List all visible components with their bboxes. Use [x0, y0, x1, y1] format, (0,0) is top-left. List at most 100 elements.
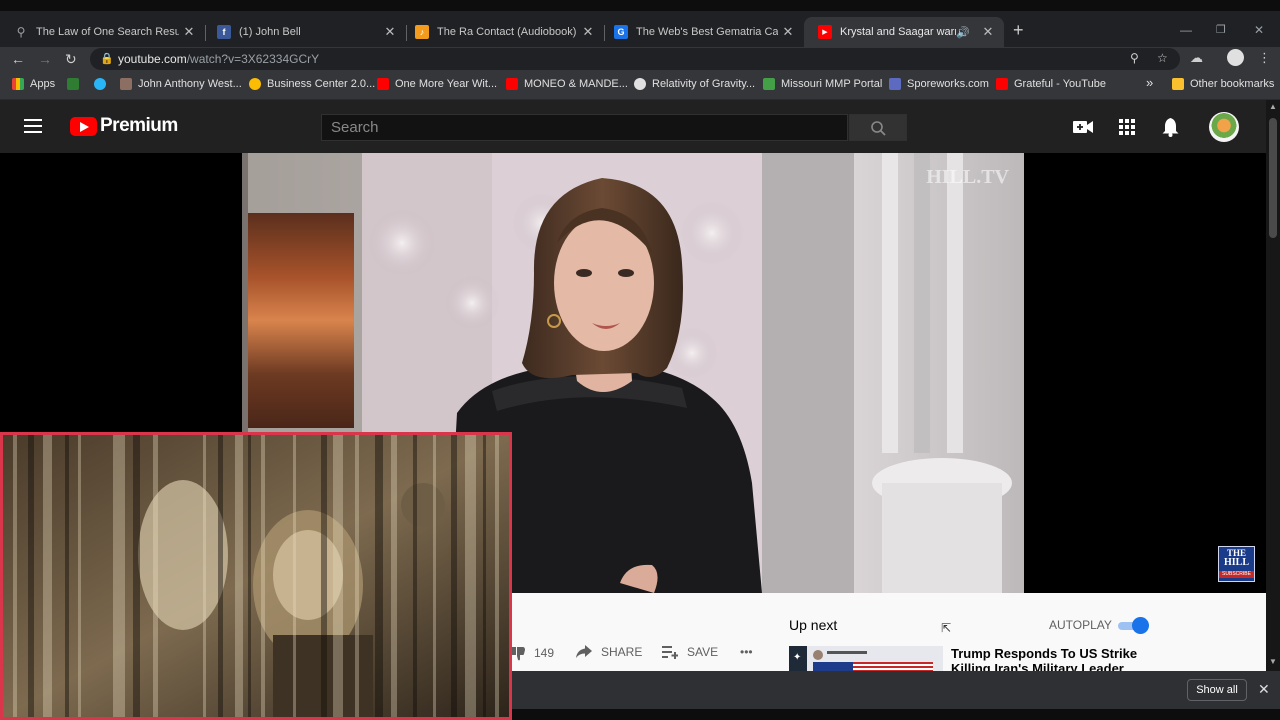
bookmarks-overflow-button[interactable]: » [1146, 75, 1153, 90]
add-to-playlist-icon [662, 646, 678, 659]
facebook-favicon-icon: f [217, 25, 231, 39]
youtube-icon [377, 78, 389, 90]
autoplay-toggle[interactable] [1118, 617, 1150, 634]
dislike-count: 149 [534, 646, 555, 660]
bookmark-label: MONEO & MANDE... [524, 78, 628, 90]
reload-icon[interactable]: ↻ [65, 51, 77, 68]
save-button[interactable]: SAVE [662, 645, 718, 659]
the-hill-subscribe-badge[interactable]: THE HILL SUBSCRIBE [1218, 546, 1255, 582]
hamburger-menu-icon[interactable] [24, 119, 42, 133]
profile-avatar-icon[interactable] [1227, 49, 1244, 66]
leaf-icon [763, 78, 775, 90]
tab-title: The Law of One Search Results fo [36, 26, 179, 38]
url-host: youtube.com [118, 52, 187, 66]
new-tab-button[interactable]: + [1013, 20, 1024, 41]
address-bar[interactable]: 🔒 youtube.com/watch?v=3X62334GCrY ⚲ ☆ [90, 48, 1180, 70]
close-downloads-bar-icon[interactable]: ✕ [1258, 681, 1270, 698]
bookmark-label: Relativity of Gravity... [652, 78, 756, 90]
bookmark-favicon-icon [67, 78, 79, 90]
search-input[interactable] [322, 115, 831, 140]
page-scrollbar[interactable]: ▲ ▼ [1266, 100, 1280, 671]
youtube-premium-wordmark[interactable]: Premium [100, 115, 178, 137]
folder-icon [1172, 78, 1184, 90]
create-video-icon[interactable] [1073, 119, 1093, 135]
youtube-favicon-icon: ▶ [818, 25, 832, 39]
close-tab-icon[interactable]: ✕ [179, 24, 199, 40]
browser-toolbar: ← → ↻ 🔒 youtube.com/watch?v=3X62334GCrY … [0, 47, 1280, 72]
minimize-icon[interactable]: — [1180, 23, 1192, 37]
zoom-icon[interactable]: ⚲ [1130, 51, 1139, 65]
bookmark-item[interactable]: Grateful - YouTube [996, 78, 1106, 90]
badge-subscribe: SUBSCRIBE [1219, 571, 1254, 578]
apps-grid-icon [12, 78, 24, 90]
tab-krystal-saagar[interactable]: ▶ Krystal and Saagar warn Trun 🔊 ✕ [804, 17, 1004, 47]
other-bookmarks[interactable]: Other bookmarks [1172, 78, 1274, 90]
back-icon[interactable]: ← [11, 51, 25, 67]
youtube-masthead: Premium [0, 100, 1266, 153]
bookmark-star-icon[interactable]: ☆ [1157, 51, 1168, 65]
tab-john-bell[interactable]: f (1) John Bell ✕ [203, 17, 406, 47]
bookmark-item[interactable]: John Anthony West... [120, 78, 242, 90]
bookmark-item[interactable] [94, 78, 112, 90]
show-all-downloads-button[interactable]: Show all [1187, 679, 1247, 701]
speaker-icon[interactable]: 🔊 [956, 26, 970, 39]
webcam-video-image [3, 435, 509, 717]
bookmark-item[interactable]: MONEO & MANDE... [506, 78, 628, 90]
next-video-title-line2[interactable]: Killing Iran's Military Leader [951, 661, 1124, 671]
scroll-up-icon[interactable]: ▲ [1269, 102, 1277, 111]
search-icon [871, 121, 886, 136]
thumbs-down-icon [512, 647, 525, 661]
tweet-avatar [813, 650, 823, 660]
tab-law-of-one[interactable]: ⚲ The Law of One Search Results fo ✕ [0, 17, 205, 47]
bookmark-label: Business Center 2.0... [267, 78, 376, 90]
youtube-logo-icon[interactable] [70, 117, 97, 136]
badge-line2: HILL [1223, 557, 1249, 568]
cloud-extension-icon[interactable]: ☁ [1190, 50, 1203, 66]
other-bookmarks-label: Other bookmarks [1190, 78, 1275, 90]
bookmark-item[interactable]: Business Center 2.0... [249, 78, 375, 90]
more-actions-icon[interactable]: ••• [740, 645, 753, 659]
flag-canton [813, 662, 853, 671]
dislike-button[interactable]: 149 [512, 645, 554, 661]
lock-icon: 🔒 [100, 53, 114, 65]
hill-tv-watermark: HILL.TV [926, 166, 1009, 188]
close-tab-icon[interactable]: ✕ [578, 24, 598, 40]
tab-gematria[interactable]: G The Web's Best Gematria Calcula ✕ [600, 17, 804, 47]
next-video-title-line1[interactable]: Trump Responds To US Strike [951, 646, 1137, 661]
bookmark-item[interactable]: Missouri MMP Portal [763, 78, 882, 90]
tab-ra-contact[interactable]: ♪ The Ra Contact (Audiobook) by L ✕ [401, 17, 604, 47]
tab-title: The Ra Contact (Audiobook) by L [437, 26, 578, 38]
close-tab-icon[interactable]: ✕ [380, 24, 400, 40]
menu-kebab-icon[interactable]: ⋮ [1258, 50, 1271, 66]
bookmark-item[interactable]: Relativity of Gravity... [634, 78, 755, 90]
scrollbar-thumb[interactable] [1269, 118, 1277, 238]
audiobook-favicon-icon: ♪ [415, 25, 429, 39]
tab-title: Krystal and Saagar warn Trun [840, 26, 956, 38]
close-window-icon[interactable]: ✕ [1254, 23, 1264, 37]
apps-grid-icon[interactable] [1119, 119, 1135, 135]
bookmark-label: Missouri MMP Portal [781, 78, 883, 90]
search-button[interactable] [849, 114, 907, 141]
scroll-down-icon[interactable]: ▼ [1269, 657, 1277, 666]
share-arrow-icon [576, 645, 592, 658]
notifications-bell-icon[interactable] [1162, 118, 1179, 137]
search-box[interactable] [321, 114, 848, 141]
restore-icon[interactable]: ❐ [1216, 23, 1226, 36]
bookmark-item[interactable] [67, 78, 85, 90]
url-text[interactable]: youtube.com/watch?v=3X62334GCrY [118, 52, 319, 66]
share-button[interactable]: SHARE [576, 645, 642, 659]
toggle-knob [1132, 617, 1149, 634]
bookmark-label: One More Year Wit... [395, 78, 498, 90]
bookmark-apps[interactable]: Apps [12, 78, 55, 90]
close-tab-icon[interactable]: ✕ [778, 24, 798, 40]
account-avatar[interactable] [1209, 112, 1239, 142]
close-tab-icon[interactable]: ✕ [978, 24, 998, 40]
forward-icon[interactable]: → [38, 51, 52, 67]
bookmark-label: Sporeworks.com [907, 78, 989, 90]
bookmark-label: Grateful - YouTube [1014, 78, 1106, 90]
next-video-thumbnail[interactable]: ✦ [789, 646, 943, 671]
bookmark-item[interactable]: One More Year Wit... [377, 78, 497, 90]
search-favicon-icon: ⚲ [16, 25, 26, 39]
bookmark-item[interactable]: Sporeworks.com [889, 78, 989, 90]
bookmarks-bar: Apps John Anthony West... Business Cente… [0, 72, 1280, 100]
